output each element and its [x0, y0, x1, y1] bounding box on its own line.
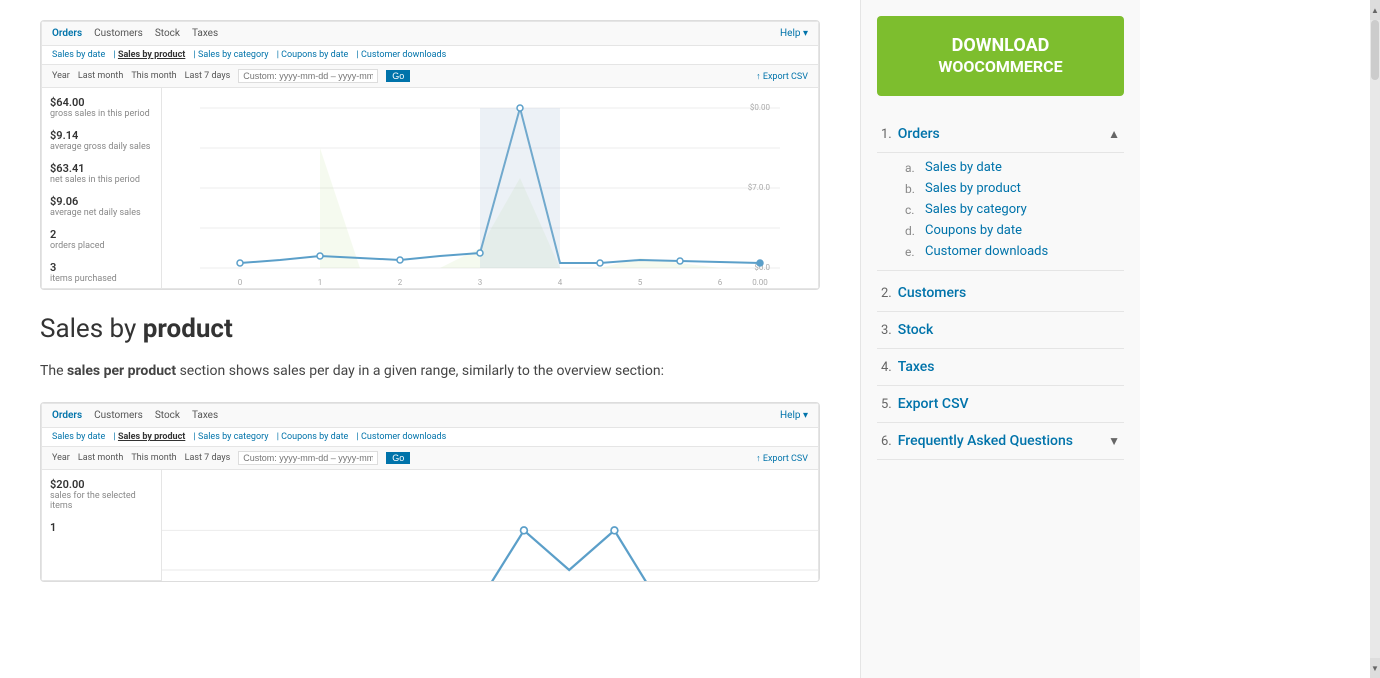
subnav2-customer-downloads[interactable]: Customer downloads [361, 432, 446, 442]
tab-customers[interactable]: Customers [94, 28, 143, 39]
toc-item-faq[interactable]: 6. Frequently Asked Questions ▼ [877, 423, 1124, 460]
section-heading: Sales by product [40, 314, 820, 344]
report-subnav: Sales by date | Sales by product | Sales… [42, 46, 818, 65]
filter-last-7-days[interactable]: Last 7 days [185, 71, 231, 81]
report-tabs: Orders Customers Stock Taxes [52, 28, 218, 39]
stat-count: 1 [50, 521, 153, 534]
toc-item-customers[interactable]: 2. Customers [877, 275, 1124, 312]
toc-item-taxes[interactable]: 4. Taxes [877, 349, 1124, 386]
filter-this-month[interactable]: This month [131, 71, 176, 81]
stat-items: 3 items purchased [50, 261, 153, 284]
screenshot-2: Orders Customers Stock Taxes Help ▾ Sale… [40, 402, 820, 582]
svg-text:5: 5 [638, 278, 643, 287]
help-button[interactable]: Help ▾ [780, 28, 808, 39]
stat-avg-net-daily: $9.06 average net daily sales [50, 195, 153, 218]
main-content: Orders Customers Stock Taxes Help ▾ Sale… [0, 0, 860, 678]
toc-section-orders: 1. Orders ▲ a. Sales by date b. Sales by… [877, 116, 1124, 271]
report-stats-2: $20.00 sales for the selected items 1 [42, 470, 162, 580]
tab-stock[interactable]: Stock [155, 28, 180, 39]
report-filters: Year Last month This month Last 7 days G… [42, 65, 818, 88]
scrollbar-down-arrow[interactable]: ▼ [1370, 658, 1380, 678]
tab-orders[interactable]: Orders [52, 28, 82, 39]
help-button-2[interactable]: Help ▾ [780, 410, 808, 421]
subnav-sales-by-date[interactable]: Sales by date [52, 50, 105, 60]
download-woocommerce-button[interactable]: DOWNLOAD WOOCOMMERCE [877, 16, 1124, 96]
stat-sales-selected: $20.00 sales for the selected items [50, 478, 153, 511]
filter-date-range[interactable] [238, 69, 378, 83]
filter-last-month-2[interactable]: Last month [78, 453, 123, 463]
filter-date-range-2[interactable] [238, 451, 378, 465]
filter-go-button-2[interactable]: Go [386, 452, 410, 464]
export-csv-button[interactable]: ↑ Export CSV [756, 71, 808, 82]
toc-item-export-csv[interactable]: 5. Export CSV [877, 386, 1124, 423]
report-stats: $64.00 gross sales in this period $9.14 … [42, 88, 162, 288]
stat-orders: 2 orders placed [50, 228, 153, 251]
report-chart-1: $0.00 $7.0.0 $0.0 [162, 88, 818, 288]
subnav-sales-by-category[interactable]: Sales by category [198, 50, 268, 60]
svg-text:1: 1 [318, 278, 323, 287]
subnav2-coupons-by-date[interactable]: Coupons by date [281, 432, 348, 442]
filter-last-month[interactable]: Last month [78, 71, 123, 81]
subnav-customer-downloads[interactable]: Customer downloads [361, 50, 446, 60]
filter-year-2[interactable]: Year [52, 453, 70, 463]
svg-text:6: 6 [718, 278, 723, 287]
svg-text:2: 2 [398, 278, 403, 287]
export-csv-button-2[interactable]: ↑ Export CSV [756, 453, 808, 464]
svg-text:$0.00: $0.00 [750, 103, 771, 112]
report-tabs-2: Orders Customers Stock Taxes [52, 410, 218, 421]
chevron-faq-icon: ▼ [1108, 434, 1120, 448]
subnav2-sales-by-category[interactable]: Sales by category [198, 432, 268, 442]
filter-last-7-days-2[interactable]: Last 7 days [185, 453, 231, 463]
tab-taxes-2[interactable]: Taxes [192, 410, 218, 421]
report-filters-2: Year Last month This month Last 7 days G… [42, 447, 818, 470]
toc-subitem-sales-by-date[interactable]: a. Sales by date [905, 157, 1124, 178]
tab-taxes[interactable]: Taxes [192, 28, 218, 39]
chart-svg-1: $0.00 $7.0.0 $0.0 [162, 88, 818, 288]
filter-go-button[interactable]: Go [386, 70, 410, 82]
screenshot-1: Orders Customers Stock Taxes Help ▾ Sale… [40, 20, 820, 290]
subnav2-sales-by-product[interactable]: Sales by product [118, 432, 185, 442]
report-subnav-2: Sales by date | Sales by product | Sales… [42, 428, 818, 447]
table-of-contents: 1. Orders ▲ a. Sales by date b. Sales by… [877, 116, 1124, 460]
filter-year[interactable]: Year [52, 71, 70, 81]
toc-subitems-orders: a. Sales by date b. Sales by product c. … [877, 153, 1124, 271]
svg-text:3: 3 [478, 278, 483, 287]
toc-subitem-customer-downloads[interactable]: e. Customer downloads [905, 241, 1124, 262]
filter-this-month-2[interactable]: This month [131, 453, 176, 463]
chevron-orders-icon: ▲ [1108, 127, 1120, 141]
toc-subitem-sales-by-product[interactable]: b. Sales by product [905, 178, 1124, 199]
section-text: The sales per product section shows sale… [40, 360, 820, 382]
tab-orders-2[interactable]: Orders [52, 410, 82, 421]
sidebar: DOWNLOAD WOOCOMMERCE 1. Orders ▲ [860, 0, 1140, 678]
svg-text:0.00: 0.00 [752, 278, 768, 287]
subnav-sales-by-product[interactable]: Sales by product [118, 50, 185, 60]
stat-avg-gross-daily: $9.14 average gross daily sales [50, 129, 153, 152]
tab-customers-2[interactable]: Customers [94, 410, 143, 421]
subnav2-sales-by-date[interactable]: Sales by date [52, 432, 105, 442]
svg-text:0: 0 [238, 278, 243, 287]
toc-subitem-coupons-by-date[interactable]: d. Coupons by date [905, 220, 1124, 241]
toc-item-orders[interactable]: 1. Orders ▲ [877, 116, 1124, 153]
report-chart-2 [162, 470, 818, 582]
toc-subitem-sales-by-category[interactable]: c. Sales by category [905, 199, 1124, 220]
toc-item-stock[interactable]: 3. Stock [877, 312, 1124, 349]
stat-gross-sales: $64.00 gross sales in this period [50, 96, 153, 119]
chart-svg-2 [162, 470, 818, 582]
stat-net-sales: $63.41 net sales in this period [50, 162, 153, 185]
scrollbar-up-arrow[interactable]: ▲ [1370, 0, 1380, 20]
svg-text:$7.0.0: $7.0.0 [748, 183, 771, 192]
svg-text:4: 4 [558, 278, 563, 287]
subnav-coupons-by-date[interactable]: Coupons by date [281, 50, 348, 60]
tab-stock-2[interactable]: Stock [155, 410, 180, 421]
